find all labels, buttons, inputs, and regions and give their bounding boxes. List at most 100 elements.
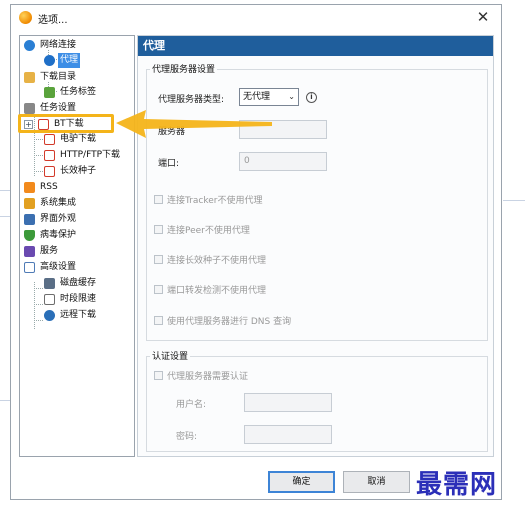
system-integration-icon xyxy=(24,198,35,209)
checkbox[interactable] xyxy=(154,285,163,294)
checkbox-label: 连接Peer不使用代理 xyxy=(167,226,250,236)
tree-item-label: 时段限速 xyxy=(60,294,97,304)
checkbox-long-seed-no-proxy[interactable]: 连接长效种子不使用代理 xyxy=(154,253,354,267)
info-icon[interactable]: i xyxy=(306,92,317,103)
tree-connector xyxy=(34,171,43,172)
tree-item-http-ftp-download[interactable]: HTTP/FTP下载 xyxy=(44,148,132,163)
window-title: 选项... xyxy=(38,15,68,26)
checkbox-label: 连接长效种子不使用代理 xyxy=(167,256,267,266)
username-input[interactable] xyxy=(244,393,332,412)
tree-item-label: 电驴下载 xyxy=(60,134,97,144)
checkbox-label: 使用代理服务器进行 DNS 查询 xyxy=(167,317,292,327)
checkbox-peer-no-proxy[interactable]: 连接Peer不使用代理 xyxy=(154,223,354,237)
folder-icon xyxy=(24,72,35,83)
auth-group-title: 认证设置 xyxy=(150,349,191,362)
tree-item-label: 病毒保护 xyxy=(40,230,77,240)
tree-item-disk-cache[interactable]: 磁盘缓存 xyxy=(44,276,132,291)
service-icon xyxy=(24,246,35,257)
tree-connector xyxy=(34,304,43,305)
checkbox[interactable] xyxy=(154,225,163,234)
tree-item-service[interactable]: 服务 xyxy=(24,244,132,259)
checkbox-tracker-no-proxy[interactable]: 连接Tracker不使用代理 xyxy=(154,193,354,207)
rss-icon xyxy=(24,182,35,193)
tree-item-label: RSS xyxy=(40,182,58,192)
panel-title: 代理 xyxy=(138,36,493,56)
checkbox-dns-via-proxy[interactable]: 使用代理服务器进行 DNS 查询 xyxy=(154,314,374,328)
checkbox[interactable] xyxy=(154,195,163,204)
tree-item-label: 任务标签 xyxy=(60,87,97,97)
checkbox-label: 端口转发检测不使用代理 xyxy=(167,286,267,296)
tree-item-speed-limit[interactable]: 时段限速 xyxy=(44,292,132,307)
checkbox-label: 代理服务器需要认证 xyxy=(167,372,249,382)
tree-item-network[interactable]: 网络连接 xyxy=(24,38,132,53)
tree-item-download-dir[interactable]: 下载目录 xyxy=(24,70,132,85)
tree-connector xyxy=(34,155,43,156)
tag-icon xyxy=(44,87,55,98)
background-line xyxy=(503,200,525,201)
username-label: 用户名: xyxy=(176,400,207,410)
proxy-server-group-title: 代理服务器设置 xyxy=(150,62,218,75)
port-label: 端口: xyxy=(158,159,180,169)
password-input[interactable] xyxy=(244,425,332,444)
tree-connector xyxy=(34,139,43,140)
task-settings-icon xyxy=(24,103,35,114)
background-line xyxy=(0,400,10,401)
checkbox[interactable] xyxy=(154,255,163,264)
checkbox-label: 连接Tracker不使用代理 xyxy=(167,196,263,206)
cancel-button[interactable]: 取消 xyxy=(343,471,410,493)
tree-connector xyxy=(34,320,43,321)
proxy-settings-panel: 代理 代理服务器设置 代理服务器类型: 无代理 ⌄ i 服务器 端口: 0 连接… xyxy=(137,35,494,457)
app-logo-icon xyxy=(19,11,32,24)
tree-item-proxy[interactable]: 代理 xyxy=(44,53,124,68)
checkbox[interactable] xyxy=(154,316,163,325)
tree-item-label: 网络连接 xyxy=(40,40,77,50)
http-ftp-download-icon xyxy=(44,150,55,161)
tree-item-advanced[interactable]: 高级设置 xyxy=(24,260,132,275)
tree-item-label: 长效种子 xyxy=(60,166,97,176)
advanced-settings-icon xyxy=(24,262,35,273)
tree-item-label: 高级设置 xyxy=(40,262,77,272)
appearance-icon xyxy=(24,214,35,225)
disk-cache-icon xyxy=(44,278,55,289)
tree-item-virus-protection[interactable]: 病毒保护 xyxy=(24,228,132,243)
tree-item-label: 远程下载 xyxy=(60,310,97,320)
close-button[interactable]: ✕ xyxy=(473,7,493,27)
tree-item-label: 服务 xyxy=(40,246,59,256)
highlight-box xyxy=(18,114,114,133)
proxy-globe-icon xyxy=(44,55,55,66)
tree-item-rss[interactable]: RSS xyxy=(24,180,132,195)
chevron-down-icon: ⌄ xyxy=(288,92,295,101)
tree-item-appearance[interactable]: 界面外观 xyxy=(24,212,132,227)
background-line xyxy=(0,190,10,191)
checkbox-port-forward-no-proxy[interactable]: 端口转发检测不使用代理 xyxy=(154,283,354,297)
tree-item-remote-download[interactable]: 远程下载 xyxy=(44,308,132,323)
long-seed-icon xyxy=(44,166,55,177)
checkbox-auth-required[interactable]: 代理服务器需要认证 xyxy=(154,369,354,383)
checkbox[interactable] xyxy=(154,371,163,380)
tree-item-system-integration[interactable]: 系统集成 xyxy=(24,196,132,211)
tree-item-label: 下载目录 xyxy=(40,72,77,82)
tree-item-task-tags[interactable]: 任务标签 xyxy=(44,85,132,100)
tree-item-label: 磁盘缓存 xyxy=(60,278,97,288)
tree-item-long-seed[interactable]: 长效种子 xyxy=(44,164,132,179)
options-dialog: 选项... ✕ 网络连接 代理 下载目录 任务标签 任务设置 + BT下载 电驴… xyxy=(10,4,502,500)
ed2k-download-icon xyxy=(44,134,55,145)
background-line xyxy=(0,216,10,217)
speed-limit-icon xyxy=(44,294,55,305)
tree-connector xyxy=(34,282,35,329)
password-label: 密码: xyxy=(176,432,198,442)
remote-download-icon xyxy=(44,310,55,321)
network-globe-icon xyxy=(24,40,35,51)
tree-item-label: HTTP/FTP下载 xyxy=(60,150,121,160)
options-tree: 网络连接 代理 下载目录 任务标签 任务设置 + BT下载 电驴下载 HTTP/… xyxy=(19,35,135,457)
proxy-port-input[interactable]: 0 xyxy=(239,152,327,171)
tree-item-label: 代理 xyxy=(58,53,81,68)
tree-item-label: 系统集成 xyxy=(40,198,77,208)
tree-connector xyxy=(34,288,43,289)
watermark-text: 最需网 xyxy=(416,470,498,500)
shield-icon xyxy=(24,230,35,241)
proxy-type-value: 无代理 xyxy=(243,92,271,102)
tree-item-label: 界面外观 xyxy=(40,214,77,224)
title-bar: 选项... ✕ xyxy=(11,5,501,31)
ok-button[interactable]: 确定 xyxy=(268,471,335,493)
